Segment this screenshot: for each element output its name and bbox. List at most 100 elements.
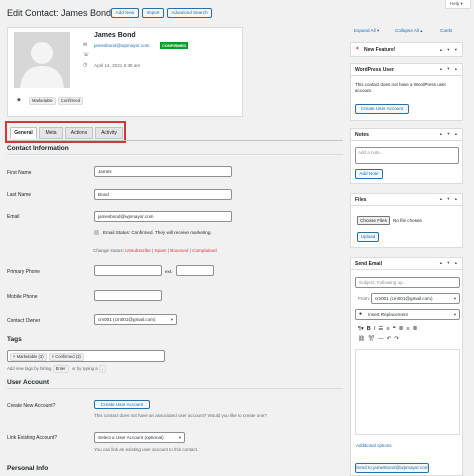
wordpress-user-box: WordPress User ▴ ▾ ▴ This contact does n… <box>350 63 463 121</box>
link-icon[interactable]: ⛓ <box>358 336 365 342</box>
phone-ext-field[interactable] <box>176 265 214 276</box>
comma-key: , <box>98 365 107 373</box>
contact-owner-value: cm001 (cm001@gmail.com) <box>98 317 156 322</box>
chevron-down-icon: ▾ <box>453 296 456 301</box>
link-account-label: Link Existing Account? <box>7 435 58 441</box>
insert-replacement-label: Insert Replacement <box>368 312 408 317</box>
help-tab[interactable]: Help ▾ <box>445 0 471 9</box>
paragraph-format-icon[interactable]: ¶▾ <box>358 326 364 332</box>
contact-email-link[interactable]: jamesbond@wpmayor.com <box>94 43 149 48</box>
tag-chip[interactable]: × Marketable (3) <box>10 353 47 361</box>
tag-chip[interactable]: Marketable <box>29 97 56 105</box>
mobile-phone-field[interactable] <box>94 290 162 301</box>
contact-owner-label: Contact Owner <box>7 318 41 324</box>
email-icon: ✉ <box>83 42 88 48</box>
bullet-list-icon[interactable]: ☰ <box>378 326 383 332</box>
panel-controls[interactable]: ▴ ▾ ▴ <box>440 131 459 137</box>
email-status-text: Email Status: Confirmed. They will recei… <box>103 230 212 235</box>
panel-controls[interactable]: ▴ ▾ ▾ <box>440 47 459 53</box>
section-divider <box>7 154 343 155</box>
blockquote-icon[interactable]: ❝ <box>393 326 396 332</box>
cards-link[interactable]: Cards <box>440 28 452 33</box>
unsubscribe-link[interactable]: Unsubscribe <box>125 248 151 253</box>
email-body-editor[interactable] <box>355 349 460 435</box>
import-button[interactable]: Import <box>142 8 164 18</box>
tab-meta[interactable]: Meta <box>39 127 63 139</box>
upload-button[interactable]: Upload <box>357 232 379 242</box>
spam-link[interactable]: Spam <box>155 248 167 253</box>
tabs-divider <box>7 140 343 141</box>
tab-activity[interactable]: Activity <box>95 127 123 139</box>
last-name-label: Last Name <box>7 192 32 198</box>
notes-box: Notes ▴ ▾ ▴ Add a note... Add Note <box>350 128 463 184</box>
chevron-down-icon: ▾ <box>460 1 463 6</box>
bounced-link[interactable]: Bounced <box>170 248 188 253</box>
new-feature-box[interactable]: ✦ New Feature! ▴ ▾ ▾ <box>350 42 463 57</box>
email-label: Email <box>7 214 20 220</box>
choose-files-button[interactable]: Choose Files <box>357 216 390 225</box>
redo-icon[interactable]: ↷ <box>394 336 399 342</box>
tags-input[interactable]: × Marketable (3) × Confirmed (3) <box>7 350 165 362</box>
complained-link[interactable]: Complained <box>192 248 217 253</box>
chevron-down-icon: ▾ <box>178 435 181 440</box>
panel-controls[interactable]: ▴ ▾ ▴ <box>440 66 459 72</box>
tag-icon: ◆ <box>17 97 21 103</box>
new-feature-title: New Feature! <box>364 47 396 53</box>
enter-key: Enter <box>52 365 69 373</box>
panel-controls[interactable]: ▴ ▾ ▴ <box>440 260 459 266</box>
clock-icon: ◷ <box>83 62 88 68</box>
chevron-up-icon: ▴ <box>420 28 423 33</box>
insert-replacement-select[interactable]: ● Insert Replacement ▾ <box>355 309 460 320</box>
align-left-icon[interactable]: ≣ <box>399 326 404 332</box>
no-file-text: No file chosen <box>393 218 423 223</box>
unlink-icon[interactable]: ✂ <box>368 336 375 342</box>
undo-icon[interactable]: ↶ <box>387 336 392 342</box>
avatar-silhouette-icon <box>20 42 64 88</box>
tag-chip[interactable]: Confirmed <box>57 97 84 105</box>
first-name-field[interactable]: James <box>94 166 232 177</box>
hr-icon[interactable]: — <box>378 336 384 342</box>
note-textarea[interactable]: Add a note... <box>355 147 459 164</box>
add-new-button[interactable]: Add New <box>111 8 139 18</box>
tab-actions[interactable]: Actions <box>65 127 93 139</box>
send-email-button[interactable]: Send to jamesbond@wpmayor.com <box>355 463 429 473</box>
numbered-list-icon[interactable]: ≡ <box>386 326 389 332</box>
email-status-icon <box>94 230 99 235</box>
expand-all-link[interactable]: Expand All ▾ <box>354 28 379 34</box>
bold-icon[interactable]: B <box>367 326 371 332</box>
add-note-button[interactable]: Add Note <box>355 169 383 179</box>
email-field[interactable]: jamesbond@wpmayor.com <box>94 211 232 222</box>
tab-general[interactable]: General <box>10 127 37 139</box>
email-subject-input[interactable]: Subject: Following up... <box>355 277 460 288</box>
from-select[interactable]: cm001 (cm001@gmail.com) ▾ <box>371 293 460 304</box>
user-account-heading: User Account <box>7 379 50 386</box>
tags-hint: Add new tags by hitting Enter or by typi… <box>7 365 108 373</box>
tag-chip[interactable]: × Confirmed (3) <box>48 353 84 361</box>
primary-phone-label: Primary Phone <box>7 269 41 275</box>
page-title: Edit Contact: James Bond <box>7 8 112 18</box>
link-account-select[interactable]: Select a User Account (optional) ▾ <box>94 432 185 443</box>
create-wp-user-button[interactable]: Create User Account <box>355 104 409 114</box>
phone-icon: ☏ <box>83 52 90 58</box>
contact-name: James Bond <box>94 32 136 39</box>
additional-options-link[interactable]: Additional options <box>356 443 392 448</box>
status-badge: CONFIRMED <box>160 42 189 49</box>
contact-owner-select[interactable]: cm001 (cm001@gmail.com) ▾ <box>94 314 177 325</box>
align-center-icon[interactable]: ≡ <box>406 326 409 332</box>
advanced-search-button[interactable]: Advanced Search <box>167 8 212 18</box>
chevron-down-icon: ▾ <box>453 312 456 317</box>
italic-icon[interactable]: I <box>374 326 376 332</box>
collapse-all-link[interactable]: Collapse All ▴ <box>395 28 423 34</box>
contact-tags: Marketable Confirmed <box>29 97 85 105</box>
create-user-account-button[interactable]: Create User Account <box>94 400 150 409</box>
chevron-down-icon: ▾ <box>170 317 173 322</box>
primary-phone-field[interactable] <box>94 265 162 276</box>
create-account-label: Create New Account? <box>7 403 56 409</box>
create-account-help: This contact does not have an associated… <box>94 413 267 418</box>
help-label: Help <box>450 1 460 6</box>
chevron-down-icon: ▾ <box>377 28 380 33</box>
panel-controls[interactable]: ▴ ▾ ▴ <box>440 196 459 202</box>
align-right-icon[interactable]: ≣ <box>413 326 418 332</box>
send-email-box: Send Email ▴ ▾ ▴ Subject: Following up..… <box>350 257 463 476</box>
last-name-field[interactable]: Bond <box>94 189 232 200</box>
